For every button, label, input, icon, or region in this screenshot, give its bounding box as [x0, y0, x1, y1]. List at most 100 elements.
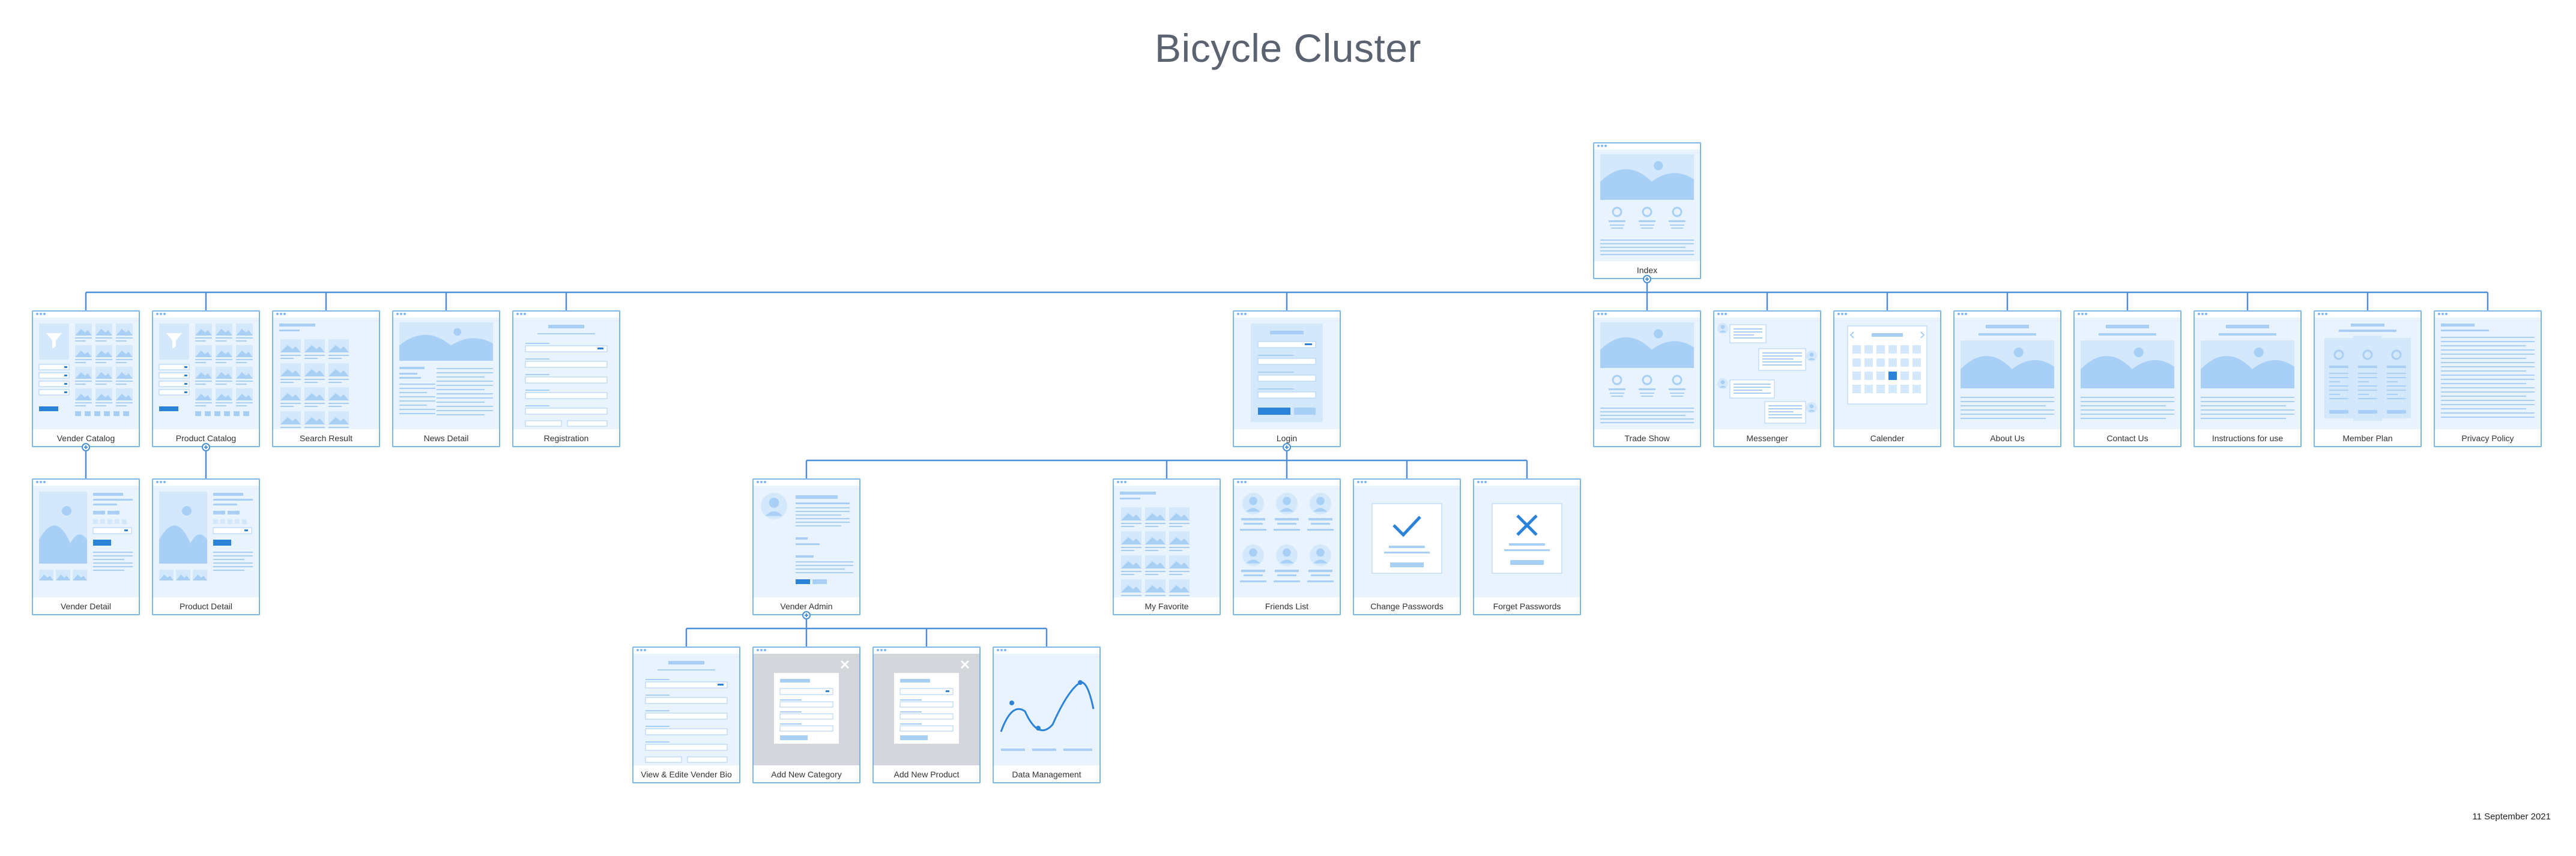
user-grid-wireframe-icon: [1234, 486, 1340, 597]
page-node-change-passwords[interactable]: Change Passwords: [1353, 478, 1461, 615]
product-detail-wireframe-icon: [153, 486, 259, 597]
catalog-filter-wireframe-icon: [153, 318, 259, 429]
window-bar: [994, 648, 1099, 654]
page-node-label: Contact Us: [2106, 433, 2148, 443]
page-node-label: Add New Product: [893, 770, 960, 779]
expand-node-icon[interactable]: [1643, 275, 1651, 283]
page-node-registration[interactable]: Registration: [512, 310, 620, 447]
page-node-calender[interactable]: Calender: [1833, 310, 1941, 447]
page-node-contact-us[interactable]: Contact Us: [2073, 310, 2181, 447]
product-detail-wireframe-icon: [33, 486, 139, 597]
page-node-friends-list[interactable]: Friends List: [1233, 478, 1341, 615]
window-bar: [2075, 312, 2180, 318]
page-node-label: View & Edite Vender Bio: [641, 770, 732, 779]
window-bar: [754, 480, 859, 486]
page-node-label: Registration: [543, 433, 589, 443]
page-node-label: Vender Detail: [60, 601, 112, 611]
window-bar: [1474, 480, 1580, 486]
chat-wireframe-icon: [1714, 318, 1820, 429]
page-node-label: Data Management: [1012, 770, 1081, 779]
hero-image-wireframe-icon: [1955, 318, 2060, 429]
hero-image-wireframe-icon: [2075, 318, 2180, 429]
landing-wireframe-icon: [1594, 149, 1700, 261]
window-bar: [33, 480, 139, 486]
window-bar: [1955, 312, 2060, 318]
hero-image-wireframe-icon: [2195, 318, 2300, 429]
page-node-label: Search Result: [300, 433, 352, 443]
expand-node-icon[interactable]: [202, 443, 210, 451]
profile-wireframe-icon: [754, 486, 859, 597]
page-node-label: Calender: [1870, 433, 1905, 443]
calendar-wireframe-icon: [1834, 318, 1940, 429]
window-bar: [273, 312, 379, 318]
window-bar: [2435, 312, 2541, 318]
page-node-label: News Detail: [423, 433, 469, 443]
page-node-product-detail[interactable]: Product Detail: [152, 478, 260, 615]
page-node-index[interactable]: Index: [1593, 142, 1701, 279]
page-node-label: Forget Passwords: [1493, 601, 1561, 611]
window-bar: [1594, 312, 1700, 318]
page-node-label: Friends List: [1265, 601, 1309, 611]
form-wireframe-icon: [633, 654, 739, 765]
page-node-label: Messenger: [1746, 433, 1788, 443]
pricing-columns-wireframe-icon: [2315, 318, 2420, 429]
line-chart-wireframe-icon: [994, 654, 1099, 765]
page-node-label: Trade Show: [1624, 433, 1670, 443]
page-node-vender-detail[interactable]: Vender Detail: [32, 478, 140, 615]
window-bar: [633, 648, 739, 654]
page-node-vender-admin[interactable]: Vender Admin: [752, 478, 860, 615]
expand-node-icon[interactable]: [1283, 443, 1291, 451]
page-node-forget-passwords[interactable]: Forget Passwords: [1473, 478, 1581, 615]
window-bar: [754, 648, 859, 654]
page-node-label: My Favorite: [1144, 601, 1189, 611]
page-node-label: Privacy Policy: [2461, 433, 2514, 443]
catalog-filter-wireframe-icon: [33, 318, 139, 429]
page-node-label: Instructions for use: [2212, 433, 2284, 443]
window-bar: [393, 312, 499, 318]
page-node-product-catalog[interactable]: Product Catalog: [152, 310, 260, 447]
expand-node-icon[interactable]: [802, 611, 811, 619]
page-node-trade-show[interactable]: Trade Show: [1593, 310, 1701, 447]
page-node-view-edit-bio[interactable]: View & Edite Vender Bio: [632, 647, 740, 783]
window-bar: [2315, 312, 2420, 318]
window-bar: [874, 648, 979, 654]
grid-results-wireframe-icon: [1114, 486, 1220, 597]
page-node-privacy-policy[interactable]: Privacy Policy: [2434, 310, 2542, 447]
page-node-label: Member Plan: [2342, 433, 2393, 443]
modal-form-wireframe-icon: [754, 654, 859, 765]
page-node-messenger[interactable]: Messenger: [1713, 310, 1821, 447]
page-node-login[interactable]: Login: [1233, 310, 1341, 447]
login-form-wireframe-icon: [1234, 318, 1340, 429]
expand-node-icon[interactable]: [82, 443, 90, 451]
window-bar: [1834, 312, 1940, 318]
page-node-member-plan[interactable]: Member Plan: [2314, 310, 2422, 447]
modal-form-wireframe-icon: [874, 654, 979, 765]
page-node-about-us[interactable]: About Us: [1953, 310, 2061, 447]
page-node-my-favorite[interactable]: My Favorite: [1113, 478, 1221, 615]
window-bar: [1594, 143, 1700, 149]
window-bar: [1234, 312, 1340, 318]
article-wireframe-icon: [393, 318, 499, 429]
checkmark-wireframe-icon: [1354, 486, 1460, 597]
page-node-label: Change Passwords: [1370, 601, 1444, 611]
window-bar: [2195, 312, 2300, 318]
page-node-vender-catalog[interactable]: Vender Catalog: [32, 310, 140, 447]
grid-results-wireframe-icon: [273, 318, 379, 429]
landing-wireframe-icon: [1594, 318, 1700, 429]
window-bar: [153, 312, 259, 318]
page-node-data-management[interactable]: Data Management: [993, 647, 1101, 783]
form-wireframe-icon: [513, 318, 619, 429]
page-node-label: Add New Category: [771, 770, 842, 779]
page-node-instructions[interactable]: Instructions for use: [2194, 310, 2302, 447]
page-node-label: About Us: [1990, 433, 2025, 443]
page-node-add-new-category[interactable]: Add New Category: [752, 647, 860, 783]
window-bar: [153, 480, 259, 486]
window-bar: [1234, 480, 1340, 486]
page-node-news-detail[interactable]: News Detail: [392, 310, 500, 447]
window-bar: [33, 312, 139, 318]
page-node-add-new-product[interactable]: Add New Product: [872, 647, 981, 783]
window-bar: [1714, 312, 1820, 318]
text-document-wireframe-icon: [2435, 318, 2541, 429]
page-node-search-result[interactable]: Search Result: [272, 310, 380, 447]
page-node-label: Product Detail: [180, 601, 232, 611]
